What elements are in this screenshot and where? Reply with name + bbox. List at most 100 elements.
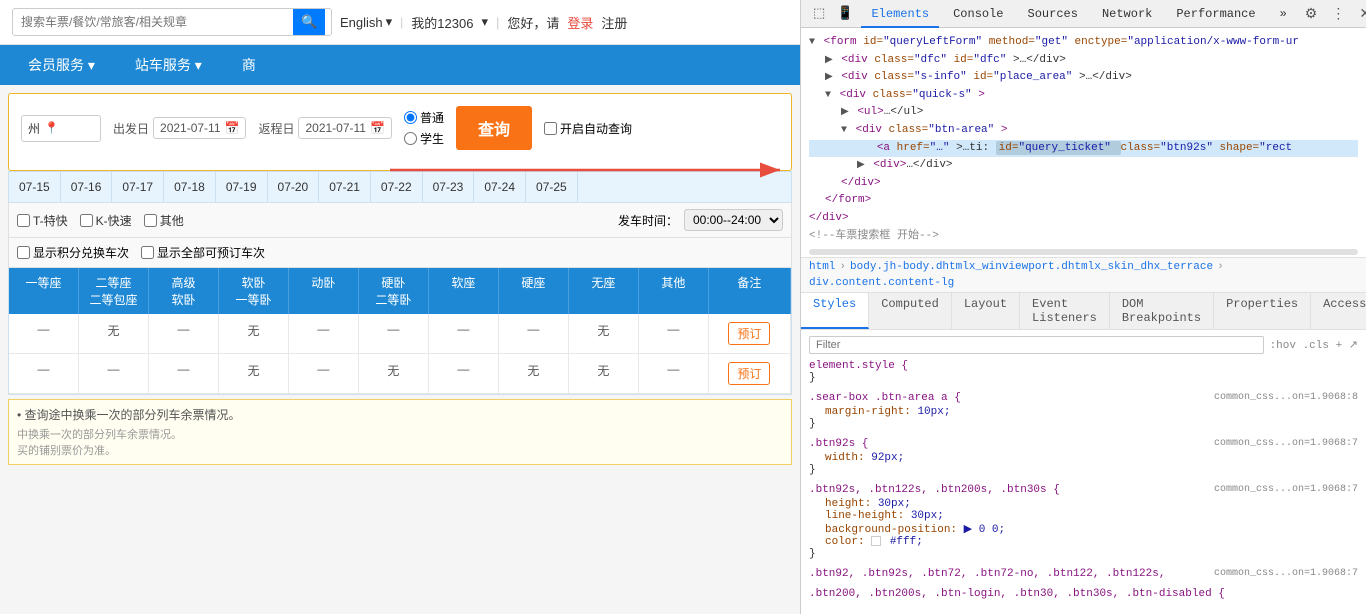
td-r1-no-seat: 无 [569, 314, 639, 353]
color-swatch [871, 536, 881, 546]
date-tab-10[interactable]: 07-25 [526, 171, 578, 203]
expand-icon-6[interactable] [857, 158, 865, 174]
train-type-normal[interactable]: 普通 [404, 109, 444, 126]
departure-date-input[interactable]: 2021-07-11 📅 [153, 117, 246, 139]
show-all-option[interactable]: 显示全部可预订车次 [141, 244, 265, 261]
date-tab-8[interactable]: 07-23 [423, 171, 475, 203]
td-r2-adv-soft: — [149, 354, 219, 393]
tab-console[interactable]: Console [943, 0, 1013, 28]
date-tab-1[interactable]: 07-16 [61, 171, 113, 203]
sub-tab-dom-breakpoints[interactable]: DOM Breakpoints [1110, 293, 1214, 329]
filter-bar: T-特快 K-快速 其他 发车时间： 00:00--24:00 [8, 203, 792, 238]
breadcrumb-div[interactable]: div.content.content-lg [809, 277, 954, 289]
date-tab-7[interactable]: 07-22 [371, 171, 423, 203]
expand-icon-5[interactable] [841, 123, 847, 139]
html-tree-scrollbar[interactable] [809, 249, 1358, 255]
show-integral-checkbox[interactable] [17, 246, 30, 259]
nav-member-service[interactable]: 会员服务 ▾ [8, 45, 115, 85]
calendar-icon2: 📅 [370, 121, 385, 135]
devtools-icons: ⚙ ⋮ ✕ [1301, 3, 1366, 24]
return-date-field: 返程日 2021-07-11 📅 [258, 117, 391, 139]
time-range-select[interactable]: 00:00--24:00 [684, 209, 783, 231]
user-greeting: 您好，请 [507, 13, 559, 32]
devtools-close-icon[interactable]: ✕ [1355, 3, 1366, 24]
sub-tab-styles[interactable]: Styles [801, 293, 869, 329]
query-button[interactable]: 查询 [456, 106, 532, 150]
expand-icon-2[interactable] [825, 70, 833, 86]
breadcrumb-html[interactable]: html [809, 261, 835, 273]
expand-icon-0[interactable] [809, 35, 815, 51]
td-r1-adv-soft: — [149, 314, 219, 353]
return-date-input[interactable]: 2021-07-11 📅 [298, 117, 391, 139]
sub-tab-layout[interactable]: Layout [952, 293, 1020, 329]
nav-train-service[interactable]: 站车服务 ▾ [115, 45, 222, 85]
search-input[interactable] [13, 11, 293, 33]
date-tab-0[interactable]: 07-15 [9, 171, 61, 203]
tree-line-0: <form id="queryLeftForm" method="get" en… [809, 34, 1358, 52]
tree-line-highlighted[interactable]: <a href="…" >…ti: id="query_ticket" clas… [809, 140, 1358, 158]
td-r2-note: 预订 [709, 354, 791, 393]
book-button-2[interactable]: 预订 [728, 362, 770, 385]
tree-line-9: </div> [809, 210, 1358, 228]
date-tab-4[interactable]: 07-19 [216, 171, 268, 203]
filter-hint: :hov .cls + ↗ [1270, 338, 1358, 352]
td-r2-second: — [79, 354, 149, 393]
sub-tab-properties[interactable]: Properties [1214, 293, 1311, 329]
show-all-checkbox[interactable] [141, 246, 154, 259]
sub-tab-accessibility[interactable]: Accessibility [1311, 293, 1366, 329]
html-tree: <form id="queryLeftForm" method="get" en… [801, 28, 1366, 258]
date-tabs: 07-15 07-16 07-17 07-18 07-19 07-20 07-2… [8, 171, 792, 203]
td-r1-second: 无 [79, 314, 149, 353]
expand-icon-4[interactable] [841, 105, 849, 121]
sub-tab-computed[interactable]: Computed [869, 293, 952, 329]
td-r1-hard-seat: — [499, 314, 569, 353]
date-tab-2[interactable]: 07-17 [112, 171, 164, 203]
date-tab-6[interactable]: 07-21 [319, 171, 371, 203]
login-link[interactable]: 登录 [567, 13, 593, 32]
auto-query-option[interactable]: 开启自动查询 [544, 120, 632, 137]
tab-elements[interactable]: Elements [861, 0, 939, 28]
expand-icon-3[interactable] [825, 88, 831, 104]
breadcrumb-body[interactable]: body.jh-body.dhtmlx_winviewport.dhtmlx_s… [850, 261, 1213, 273]
devtools-settings-icon[interactable]: ⚙ [1301, 3, 1322, 24]
th-no-seat: 无座 [569, 268, 639, 314]
date-tab-5[interactable]: 07-20 [268, 171, 320, 203]
css-filter-input[interactable] [809, 336, 1264, 354]
radio-student[interactable] [404, 132, 417, 145]
from-station-input[interactable]: 州 📍 [21, 115, 101, 142]
checkbox-other[interactable] [144, 214, 157, 227]
tab-sources[interactable]: Sources [1018, 0, 1088, 28]
radio-normal[interactable] [404, 111, 417, 124]
train-type-student[interactable]: 学生 [404, 130, 444, 147]
checkbox-t-fast[interactable] [17, 214, 30, 227]
search-button[interactable]: 🔍 [293, 9, 325, 35]
auto-query-checkbox[interactable] [544, 122, 557, 135]
nav-other[interactable]: 商 [222, 45, 276, 85]
user-area: 我的12306 ▾ | 您好，请 登录 注册 [411, 13, 627, 32]
search-box[interactable]: 🔍 [12, 8, 332, 36]
date-tab-9[interactable]: 07-24 [474, 171, 526, 203]
from-station-field: 州 📍 [21, 115, 101, 142]
filter-t-fast[interactable]: T-特快 [17, 212, 68, 229]
tab-network[interactable]: Network [1092, 0, 1162, 28]
date-tab-3[interactable]: 07-18 [164, 171, 216, 203]
language-select[interactable]: English ▾ [340, 14, 392, 30]
expand-icon-1[interactable] [825, 53, 833, 69]
train-table: 一等座 二等座二等包座 高级软卧 软卧一等卧 动卧 硬卧二等卧 软座 硬座 无座… [8, 268, 792, 395]
filter-k-fast[interactable]: K-快速 [80, 212, 132, 229]
tree-line-2: <div class="s-info" id="place_area" >…</… [809, 69, 1358, 87]
page-header: 🔍 English ▾ | 我的12306 ▾ | 您好，请 登录 注册 [0, 0, 800, 45]
filter-other[interactable]: 其他 [144, 212, 184, 229]
devtools-device-icon[interactable]: 📱 [833, 4, 857, 23]
book-button-1[interactable]: 预订 [728, 322, 770, 345]
display-options: 显示积分兑换车次 显示全部可预订车次 [8, 238, 792, 268]
register-link[interactable]: 注册 [601, 13, 627, 32]
checkbox-k-fast[interactable] [80, 214, 93, 227]
sub-tab-event-listeners[interactable]: Event Listeners [1020, 293, 1110, 329]
devtools-more-icon[interactable]: ⋮ [1327, 3, 1349, 24]
tab-performance[interactable]: Performance [1166, 0, 1265, 28]
tab-more[interactable]: » [1270, 0, 1297, 28]
devtools-inspect-icon[interactable]: ⬚ [809, 4, 829, 23]
th-hard-seat: 硬座 [499, 268, 569, 314]
show-integral-option[interactable]: 显示积分兑换车次 [17, 244, 129, 261]
